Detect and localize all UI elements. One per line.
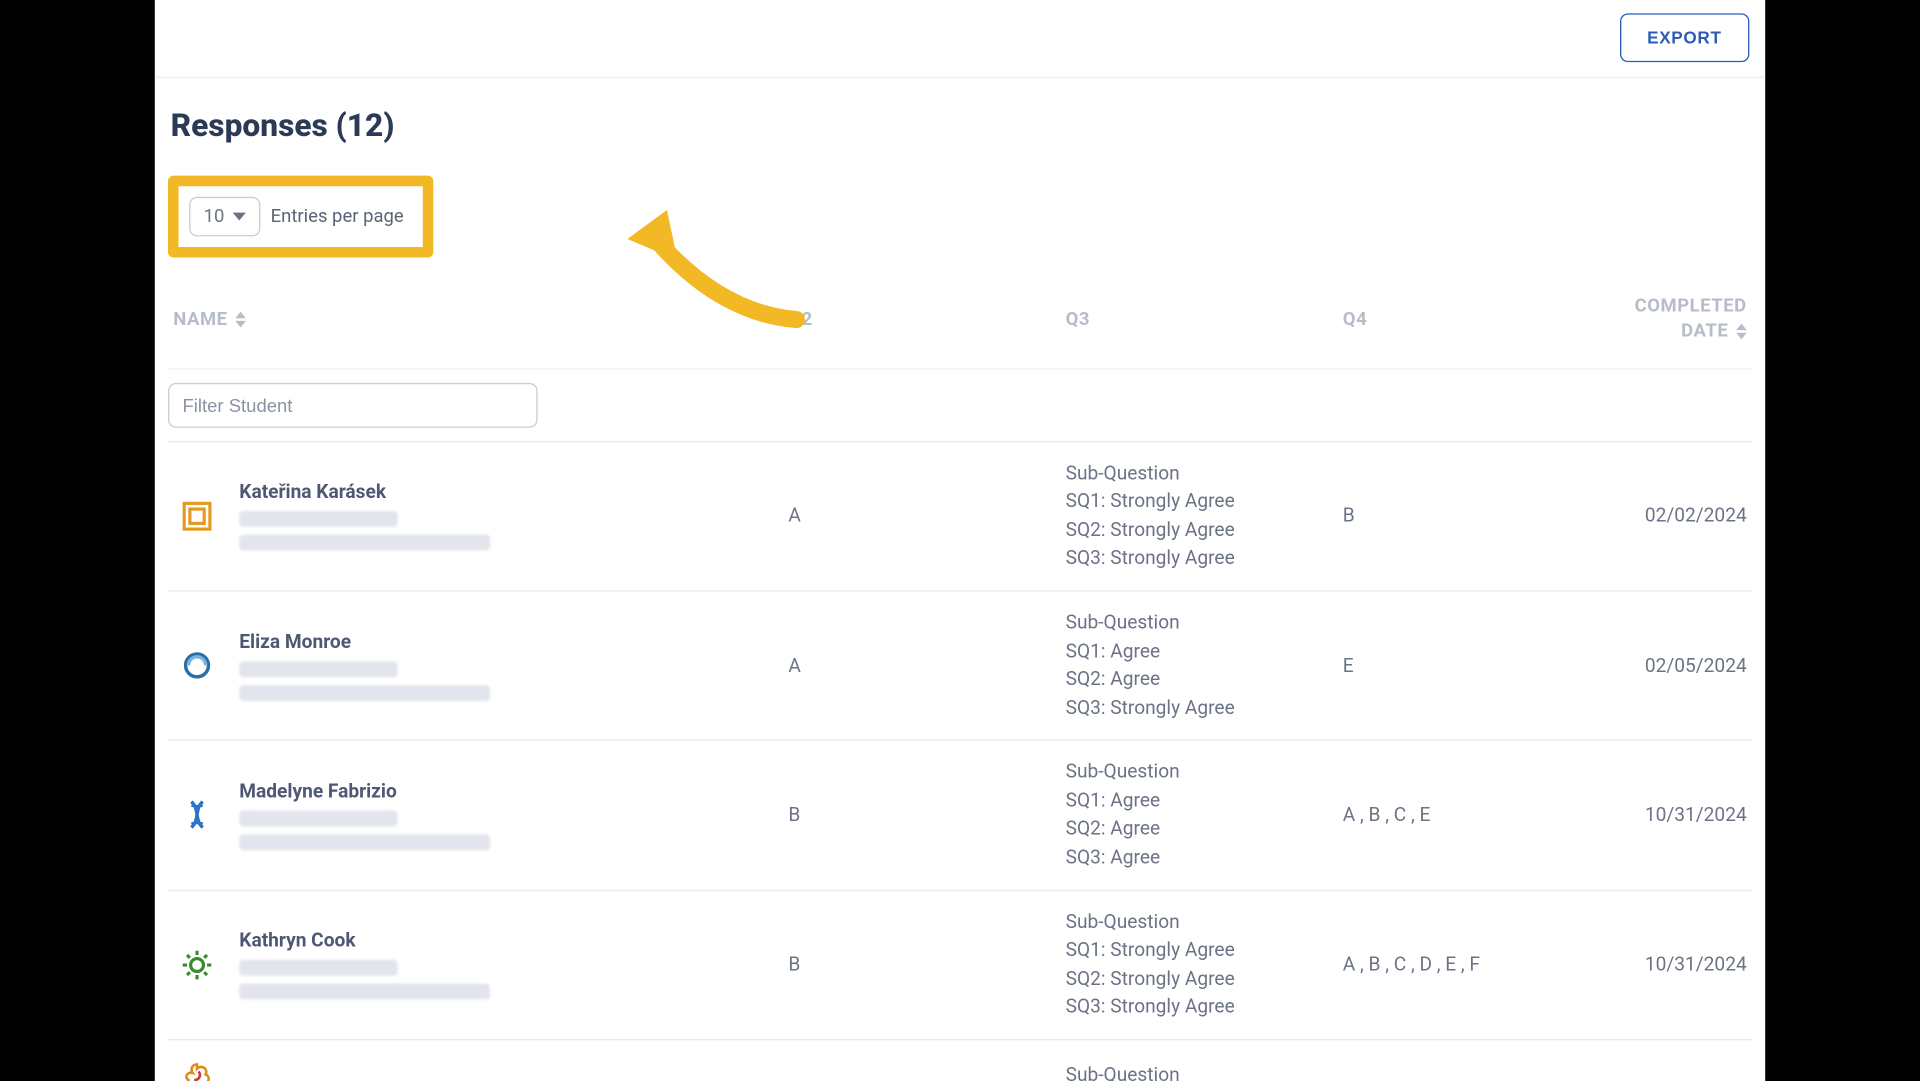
redacted-line: [239, 661, 397, 677]
table-row: Kathryn Cook B Sub-Question SQ1: Strongl…: [168, 891, 1752, 1040]
q3-line: SQ3: Agree: [1066, 845, 1343, 871]
col-name[interactable]: NAME: [168, 309, 788, 330]
col-name-label: NAME: [173, 309, 227, 330]
col-q4[interactable]: Q4: [1343, 309, 1620, 330]
q4-cell: A , B , C , D , E , F: [1343, 953, 1620, 975]
page-title: Responses (12): [171, 107, 1752, 144]
entries-per-page-highlight: 10 Entries per page: [168, 176, 433, 258]
col-q2[interactable]: Q2: [788, 309, 1065, 330]
entries-value: 10: [204, 206, 225, 227]
sort-icon: [236, 311, 247, 327]
q3-cell: Sub-Question SQ1: Agree SQ2: Agree SQ3: …: [1066, 610, 1343, 721]
avatar-icon: [179, 647, 216, 684]
date-cell: 10/31/2024: [1620, 804, 1752, 826]
avatar-icon: [179, 946, 216, 983]
q4-cell: B: [1343, 505, 1620, 527]
q3-line: SQ2: Agree: [1066, 816, 1343, 842]
table-row: Stephanie Cervantes B Sub-Question SQ1: …: [168, 1040, 1752, 1081]
redacted-line: [239, 535, 490, 551]
student-name: Kathryn Cook: [239, 930, 490, 952]
chevron-down-icon: [232, 213, 245, 221]
q3-subheader: Sub-Question: [1066, 759, 1343, 785]
q2-cell: B: [788, 953, 1065, 975]
filter-student-input[interactable]: [168, 383, 538, 428]
q3-subheader: Sub-Question: [1066, 1063, 1343, 1081]
q3-line: SQ1: Agree: [1066, 638, 1343, 664]
q4-cell: E: [1343, 654, 1620, 676]
q3-line: SQ1: Strongly Agree: [1066, 489, 1343, 515]
q3-line: SQ2: Strongly Agree: [1066, 517, 1343, 543]
responses-panel: EXPORT Responses (12) 10 Entries per pag…: [155, 0, 1765, 1081]
q2-cell: A: [788, 505, 1065, 527]
q3-cell: Sub-Question SQ1: No Opinion SQ2: No Opi…: [1066, 1063, 1343, 1081]
q3-line: SQ3: Strongly Agree: [1066, 994, 1343, 1020]
q3-line: SQ2: Agree: [1066, 667, 1343, 693]
filter-row: [168, 369, 1752, 442]
col-completed-line2: DATE: [1681, 319, 1728, 344]
redacted-line: [239, 984, 490, 1000]
table-row: Madelyne Fabrizio B Sub-Question SQ1: Ag…: [168, 741, 1752, 890]
q3-line: SQ3: Strongly Agree: [1066, 695, 1343, 721]
student-name: Madelyne Fabrizio: [239, 780, 490, 802]
avatar-icon: [179, 1058, 216, 1081]
col-completed-line1: COMPLETED: [1620, 294, 1747, 319]
q3-subheader: Sub-Question: [1066, 909, 1343, 935]
redacted-line: [239, 685, 490, 701]
table-header: NAME Q2 Q3 Q4 COMPLETED DATE: [168, 258, 1752, 370]
entries-label: Entries per page: [271, 206, 404, 227]
export-button[interactable]: EXPORT: [1619, 13, 1749, 62]
q2-cell: B: [788, 804, 1065, 826]
q4-cell: A , B , C , E: [1343, 804, 1620, 826]
redacted-line: [239, 960, 397, 976]
q3-line: SQ3: Strongly Agree: [1066, 546, 1343, 572]
table-row: Kateřina Karásek A Sub-Question SQ1: Str…: [168, 442, 1752, 591]
entries-per-page-select[interactable]: 10: [189, 197, 260, 237]
date-cell: 02/05/2024: [1620, 654, 1752, 676]
q2-cell: A: [788, 654, 1065, 676]
redacted-line: [239, 810, 397, 826]
redacted-line: [239, 511, 397, 527]
avatar-icon: [179, 498, 216, 535]
col-completed-date[interactable]: COMPLETED DATE: [1620, 294, 1752, 344]
col-q3[interactable]: Q3: [1066, 309, 1343, 330]
content-area: Responses (12) 10 Entries per page NAME: [155, 78, 1765, 1081]
table-row: Eliza Monroe A Sub-Question SQ1: Agree S…: [168, 592, 1752, 741]
date-cell: 02/02/2024: [1620, 505, 1752, 527]
q3-line: SQ2: Strongly Agree: [1066, 966, 1343, 992]
student-name: Kateřina Karásek: [239, 481, 490, 503]
avatar-icon: [179, 797, 216, 834]
topbar: EXPORT: [155, 0, 1765, 78]
q3-subheader: Sub-Question: [1066, 610, 1343, 636]
q3-cell: Sub-Question SQ1: Strongly Agree SQ2: St…: [1066, 461, 1343, 572]
q3-subheader: Sub-Question: [1066, 461, 1343, 487]
q3-line: SQ1: Strongly Agree: [1066, 937, 1343, 963]
redacted-line: [239, 834, 490, 850]
q3-line: SQ1: Agree: [1066, 788, 1343, 814]
sort-icon: [1736, 324, 1747, 340]
student-name: Eliza Monroe: [239, 631, 490, 653]
date-cell: 10/31/2024: [1620, 953, 1752, 975]
q3-cell: Sub-Question SQ1: Agree SQ2: Agree SQ3: …: [1066, 759, 1343, 870]
q3-cell: Sub-Question SQ1: Strongly Agree SQ2: St…: [1066, 909, 1343, 1020]
